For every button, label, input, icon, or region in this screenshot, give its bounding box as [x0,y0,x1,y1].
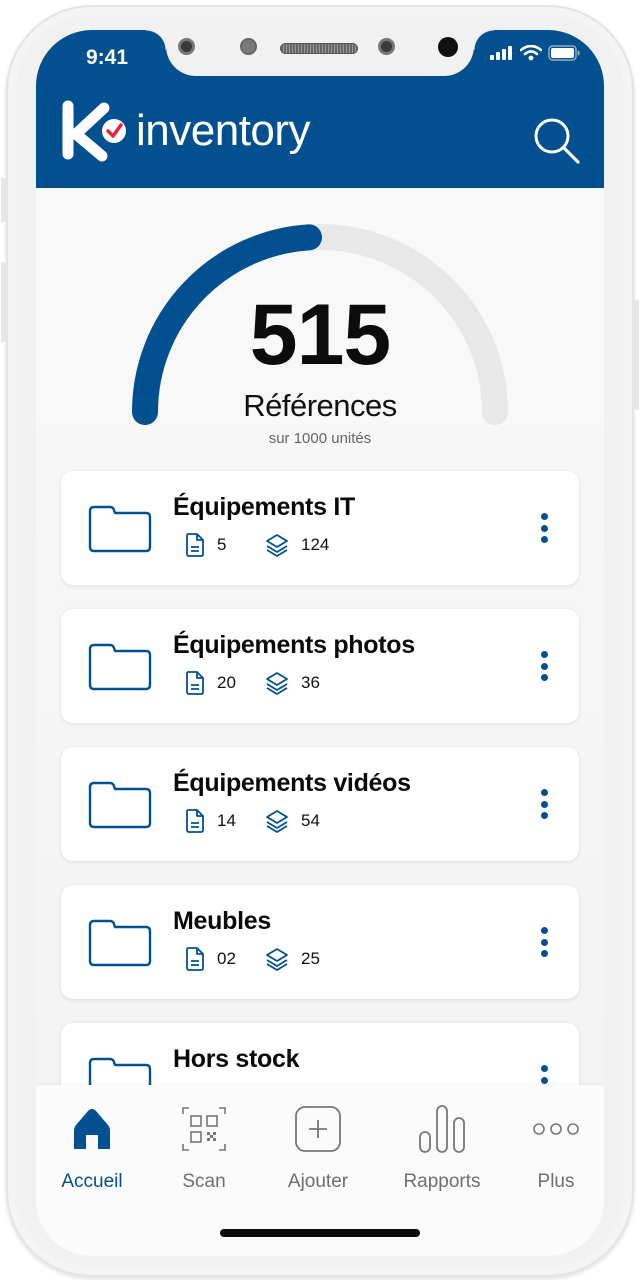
document-icon [186,809,204,833]
kebab-dot [540,1065,548,1072]
category-meta: 20 36 [185,671,320,695]
logo-mark-icon [62,100,126,162]
kebab-dot [540,524,548,532]
items-count: 25 [301,949,320,968]
document-icon [186,533,204,557]
side-button [1,178,6,222]
sensor-icon [178,38,195,55]
items-count: 54 [301,811,320,830]
home-indicator [220,1229,420,1237]
category-title: Équipements photos [173,631,415,659]
kebab-dot [540,513,548,520]
status-icons [490,45,580,61]
kebab-dot [540,674,548,681]
gauge-value: 515 [249,287,392,383]
kebab-dot [540,789,548,796]
folder-icon [88,505,152,553]
document-icon [186,947,204,971]
screen: 9:41 inventory 515 Références sur 1000 u… [36,30,604,1256]
speaker-grille [280,43,358,54]
category-meta: 14 54 [185,809,320,833]
kebab-dot [540,800,548,808]
tab-rapports[interactable]: Rapports [387,1105,497,1193]
files-count: 14 [217,811,236,830]
tab-label: Accueil [61,1171,123,1192]
side-button [1,262,6,342]
app-name: inventory [136,106,311,155]
more-options-button[interactable] [537,651,551,685]
search-button[interactable] [532,116,582,166]
kebab-dot [540,938,548,946]
more-options-button[interactable] [537,789,551,823]
app-logo: inventory [58,100,311,162]
home-icon [74,1109,110,1149]
kebab-dot [540,536,548,543]
document-icon [186,671,204,695]
tab-label: Scan [182,1171,226,1192]
category-card[interactable]: Équipements photos 20 36 [61,609,579,723]
notch [146,30,494,76]
kebab-dot [540,651,548,658]
kebab-dot [540,812,548,819]
tab-scan[interactable]: Scan [149,1105,259,1193]
gauge-sublabel: sur 1000 unités [268,430,372,447]
category-meta: 5 124 [185,533,329,557]
sensor-icon [378,38,395,55]
kebab-dot [540,950,548,957]
more-horizontal-icon [533,1123,579,1135]
files-count: 02 [217,949,236,968]
layers-icon [266,948,288,971]
add-icon [295,1106,341,1152]
items-count: 36 [301,673,320,692]
category-title: Meubles [173,907,271,935]
kebab-dot [540,662,548,670]
gauge-label: Références [243,388,397,423]
category-title: Équipements vidéos [173,769,411,797]
category-card[interactable]: Meubles 02 25 [61,885,579,999]
folder-icon [88,643,152,691]
app-header: 9:41 inventory [36,30,604,188]
side-button [634,300,639,410]
battery-icon [548,45,580,61]
tab-ajouter[interactable]: Ajouter [263,1105,373,1193]
qr-scan-icon [182,1107,226,1151]
kebab-dot [540,927,548,934]
layers-icon [266,672,288,695]
files-count: 5 [217,535,227,554]
items-count: 124 [301,535,330,554]
tab-label: Ajouter [287,1171,349,1192]
wifi-icon [520,45,542,61]
bottom-tab-bar: Accueil Scan Ajouter Rapports Plus [36,1085,604,1256]
search-icon [534,118,580,164]
tab-accueil[interactable]: Accueil [37,1105,147,1193]
sensor-icon [240,38,257,55]
tab-label: Plus [537,1171,575,1192]
status-time: 9:41 [86,46,129,69]
kebab-dot [540,1076,548,1084]
category-card[interactable]: Équipements vidéos 14 54 [61,747,579,861]
folder-icon [88,781,152,829]
folder-icon [88,919,152,967]
category-title: Hors stock [173,1045,300,1073]
more-options-button[interactable] [537,927,551,961]
files-count: 20 [217,673,236,692]
tab-plus[interactable]: Plus [501,1105,604,1193]
bar-chart-icon [419,1105,465,1153]
more-options-button[interactable] [537,513,551,547]
layers-icon [266,810,288,833]
front-camera-icon [438,37,458,57]
category-card[interactable]: Équipements IT 5 124 [61,471,579,585]
layers-icon [266,534,288,557]
category-title: Équipements IT [173,493,355,521]
category-meta: 02 25 [185,947,320,971]
tab-label: Rapports [403,1171,481,1192]
signal-icon [490,46,512,60]
